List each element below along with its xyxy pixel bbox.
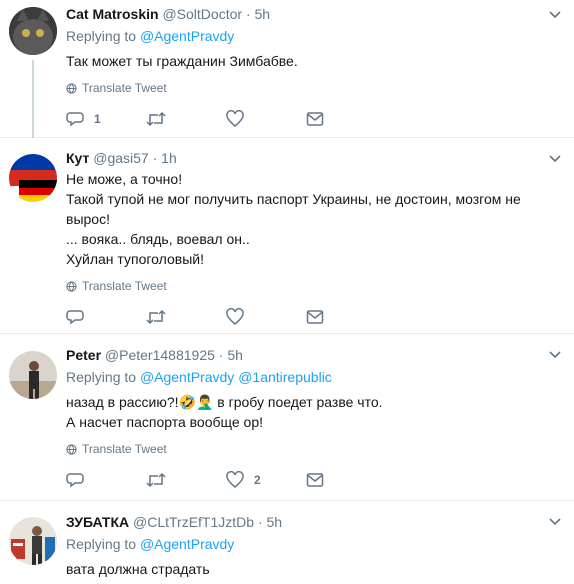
tweet-actions — [66, 307, 562, 327]
user-handle[interactable]: @Peter14881925 — [105, 347, 215, 363]
like-button[interactable] — [226, 110, 306, 128]
tweet-3[interactable]: Peter @Peter14881925 · 5h Replying to @A… — [0, 334, 574, 501]
tweet-header: Peter @Peter14881925 · 5h — [66, 346, 562, 364]
like-button[interactable] — [226, 308, 306, 326]
envelope-icon — [306, 111, 324, 127]
user-handle[interactable]: @CLtTrzEfT1JztDb — [133, 514, 254, 530]
tweet-text: Так может ты гражданин Зимбабве. — [66, 51, 562, 71]
separator-dot: · — [152, 150, 158, 166]
user-handle[interactable]: @gasi57 — [93, 150, 148, 166]
display-name[interactable]: ЗУБАТКА — [66, 514, 129, 530]
envelope-icon — [306, 472, 324, 488]
avatar[interactable] — [9, 517, 57, 565]
globe-icon — [66, 280, 77, 292]
tweet-line: А насчет паспорта вообще ор! — [66, 414, 264, 430]
reply-icon — [66, 308, 84, 326]
reply-icon — [66, 471, 84, 489]
tweet-header: Cat Matroskin @SoltDoctor · 5h — [66, 5, 562, 23]
replying-to: Replying to @AgentPravdy @1antirepublic — [66, 368, 562, 386]
tweet-1[interactable]: Cat Matroskin @SoltDoctor · 5h Replying … — [0, 0, 574, 138]
replying-to: Replying to @AgentPravdy — [66, 27, 562, 45]
display-name[interactable]: Peter — [66, 347, 101, 363]
tweet-line: вырос! — [66, 211, 110, 227]
separator-dot: · — [218, 347, 224, 363]
heart-icon — [226, 110, 244, 128]
tweet-line: назад в рассию?!🤣🤦‍♂️ в гробу поедет раз… — [66, 394, 383, 410]
retweet-button[interactable] — [146, 471, 226, 489]
direct-message-button[interactable] — [306, 472, 386, 488]
tweet-header: Кут @gasi57 · 1h — [66, 149, 562, 167]
globe-icon — [66, 82, 77, 94]
display-name[interactable]: Cat Matroskin — [66, 6, 159, 22]
avatar[interactable] — [9, 7, 57, 55]
translate-tweet-link[interactable]: Translate Tweet — [66, 279, 562, 293]
replying-label: Replying to — [66, 369, 137, 385]
envelope-icon — [306, 309, 324, 325]
translate-label: Translate Tweet — [82, 279, 167, 293]
tweet-line: ... вояка.. блядь, воевал он.. — [66, 231, 250, 247]
tweet-header: ЗУБАТКА @CLtTrzEfT1JztDb · 5h — [66, 513, 562, 531]
translate-label: Translate Tweet — [82, 81, 167, 95]
tweet-line: вата должна страдать — [66, 561, 210, 577]
avatar[interactable] — [9, 154, 57, 202]
tweet-actions: 2 — [66, 470, 562, 490]
replying-label: Replying to — [66, 28, 137, 44]
tweet-text: вата должна страдать — [66, 559, 562, 579]
timestamp[interactable]: 5h — [227, 347, 243, 363]
tweet-actions: 1 — [66, 109, 562, 129]
reply-count: 1 — [94, 112, 101, 126]
mention-link[interactable]: @AgentPravdy — [140, 536, 234, 552]
retweet-button[interactable] — [146, 110, 226, 128]
retweet-button[interactable] — [146, 308, 226, 326]
replying-to: Replying to @AgentPravdy — [66, 535, 562, 553]
timestamp[interactable]: 5h — [255, 6, 271, 22]
reply-icon — [66, 110, 84, 128]
retweet-icon — [146, 110, 166, 128]
heart-icon — [226, 471, 244, 489]
tweet-line: Такой тупой не мог получить паспорт Укра… — [66, 191, 521, 207]
mention-link[interactable]: @AgentPravdy — [140, 369, 234, 385]
separator-dot: · — [245, 6, 251, 22]
separator-dot: · — [257, 514, 263, 530]
replying-label: Replying to — [66, 536, 137, 552]
tweet-line: Так может ты гражданин Зимбабве. — [66, 53, 298, 69]
display-name[interactable]: Кут — [66, 150, 89, 166]
retweet-icon — [146, 308, 166, 326]
reply-button[interactable] — [66, 308, 146, 326]
thread-line — [32, 60, 34, 138]
retweet-icon — [146, 471, 166, 489]
reply-button[interactable] — [66, 471, 146, 489]
heart-icon — [226, 308, 244, 326]
like-button[interactable]: 2 — [226, 471, 306, 489]
mention-link[interactable]: @AgentPravdy — [140, 28, 234, 44]
reply-button[interactable]: 1 — [66, 110, 146, 128]
user-handle[interactable]: @SoltDoctor — [162, 6, 242, 22]
tweet-line: Хуйлан тупоголовый! — [66, 251, 204, 267]
tweet-text: Не може, а точно! Такой тупой не мог пол… — [66, 169, 562, 269]
direct-message-button[interactable] — [306, 111, 386, 127]
direct-message-button[interactable] — [306, 309, 386, 325]
translate-tweet-link[interactable]: Translate Tweet — [66, 81, 562, 95]
timestamp[interactable]: 1h — [161, 150, 177, 166]
mention-link[interactable]: @1antirepublic — [238, 369, 332, 385]
globe-icon — [66, 443, 77, 455]
avatar[interactable] — [9, 351, 57, 399]
translate-label: Translate Tweet — [82, 442, 167, 456]
translate-tweet-link[interactable]: Translate Tweet — [66, 442, 562, 456]
tweet-4[interactable]: ЗУБАТКА @CLtTrzEfT1JztDb · 5h Replying t… — [0, 501, 574, 584]
like-count: 2 — [254, 473, 261, 487]
tweet-text: назад в рассию?!🤣🤦‍♂️ в гробу поедет раз… — [66, 392, 562, 432]
timestamp[interactable]: 5h — [267, 514, 283, 530]
tweet-line: Не може, а точно! — [66, 171, 183, 187]
tweet-2[interactable]: Кут @gasi57 · 1h Не може, а точно! Такой… — [0, 138, 574, 334]
